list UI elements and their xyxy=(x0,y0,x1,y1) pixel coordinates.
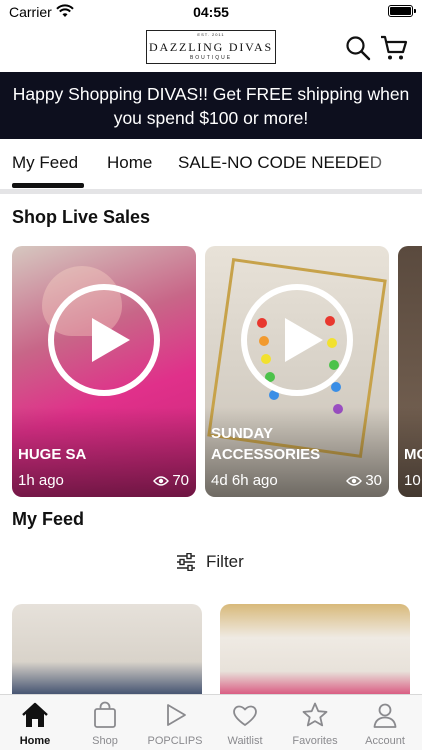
tabbar-label: Home xyxy=(19,735,51,747)
filter-label: Filter xyxy=(206,552,244,571)
feed-post-card[interactable] xyxy=(12,604,202,700)
filter-button[interactable]: Filter xyxy=(176,551,244,573)
search-icon[interactable] xyxy=(344,34,372,62)
tabbar-account[interactable]: Account xyxy=(350,695,420,750)
feed-post-card[interactable] xyxy=(220,604,410,700)
tab-fade xyxy=(362,139,422,193)
eye-icon xyxy=(153,475,170,486)
promo-banner: Happy Shopping DIVAS!! Get FREE shipping… xyxy=(0,72,422,139)
live-card-title: MO NE xyxy=(404,446,422,463)
logo-sub: BOUTIQUE xyxy=(189,55,233,61)
shopping-bag-icon xyxy=(94,701,116,728)
logo-name: DAZZLING DIVAS xyxy=(149,40,273,54)
bead xyxy=(331,382,341,392)
live-card-title: SUNDAY ACCESSORIES xyxy=(211,425,321,463)
play-icon xyxy=(92,318,130,362)
tab-strip: My Feed Home SALE-NO CODE NEEDED xyxy=(0,139,422,193)
tabbar-favorites[interactable]: Favorites xyxy=(280,695,350,750)
play-icon xyxy=(285,318,323,362)
live-card-time: 10 xyxy=(404,472,421,489)
play-button[interactable] xyxy=(48,284,160,396)
live-card-views: 70 xyxy=(153,472,189,489)
live-card[interactable]: SUNDAY ACCESSORIES 4d 6h ago 30 xyxy=(205,246,389,497)
tab-my-feed[interactable]: My Feed xyxy=(12,153,78,173)
view-count: 70 xyxy=(172,472,189,489)
tab-home[interactable]: Home xyxy=(107,153,152,173)
view-count: 30 xyxy=(365,472,382,489)
tabbar-label: Account xyxy=(365,735,405,747)
live-card-views: 30 xyxy=(346,472,382,489)
play-icon xyxy=(167,704,186,726)
divider xyxy=(0,189,422,194)
star-icon xyxy=(302,702,328,727)
live-sales-carousel[interactable]: HUGE SA 1h ago 70 SUNDAY ACCESSORIES 4d … xyxy=(0,246,422,497)
tabbar-label: Waitlist xyxy=(227,735,263,747)
person-icon xyxy=(373,703,397,728)
tabbar-shop[interactable]: Shop xyxy=(70,695,140,750)
battery-icon xyxy=(388,5,416,17)
tabbar-label: POPCLIPS xyxy=(147,735,203,747)
status-bar: Carrier 04:55 xyxy=(0,0,422,24)
brand-logo[interactable]: EST. 2011 DAZZLING DIVAS BOUTIQUE xyxy=(146,30,276,64)
play-button[interactable] xyxy=(241,284,353,396)
tabbar-label: Shop xyxy=(92,735,118,747)
promo-banner-text: Happy Shopping DIVAS!! Get FREE shipping… xyxy=(12,84,410,128)
app-header: EST. 2011 DAZZLING DIVAS BOUTIQUE xyxy=(0,24,422,72)
live-card[interactable]: HUGE SA 1h ago 70 xyxy=(12,246,196,497)
live-card[interactable]: MO NE 10 xyxy=(398,246,422,497)
tabbar-label: Favorites xyxy=(292,735,338,747)
eye-icon xyxy=(346,475,363,486)
live-card-time: 1h ago xyxy=(18,472,64,489)
tabbar-waitlist[interactable]: Waitlist xyxy=(210,695,280,750)
tabbar-home[interactable]: Home xyxy=(0,695,70,750)
heart-icon xyxy=(233,705,257,726)
tab-sale[interactable]: SALE-NO CODE NEEDED xyxy=(178,153,382,173)
live-card-time: 4d 6h ago xyxy=(211,472,278,489)
home-icon xyxy=(22,702,48,727)
cart-icon[interactable] xyxy=(380,34,408,62)
clock: 04:55 xyxy=(193,4,229,20)
logo-est: EST. 2011 xyxy=(197,32,225,37)
filter-icon xyxy=(177,553,195,571)
my-feed-title: My Feed xyxy=(12,509,85,529)
live-card-title: HUGE SA xyxy=(18,446,87,463)
live-sales-title: Shop Live Sales xyxy=(12,207,151,227)
bottom-tab-bar: Home Shop POPCLIPS Waitlist Favorites Ac… xyxy=(0,694,422,750)
tabbar-popclips[interactable]: POPCLIPS xyxy=(140,695,210,750)
active-tab-indicator xyxy=(12,183,84,188)
